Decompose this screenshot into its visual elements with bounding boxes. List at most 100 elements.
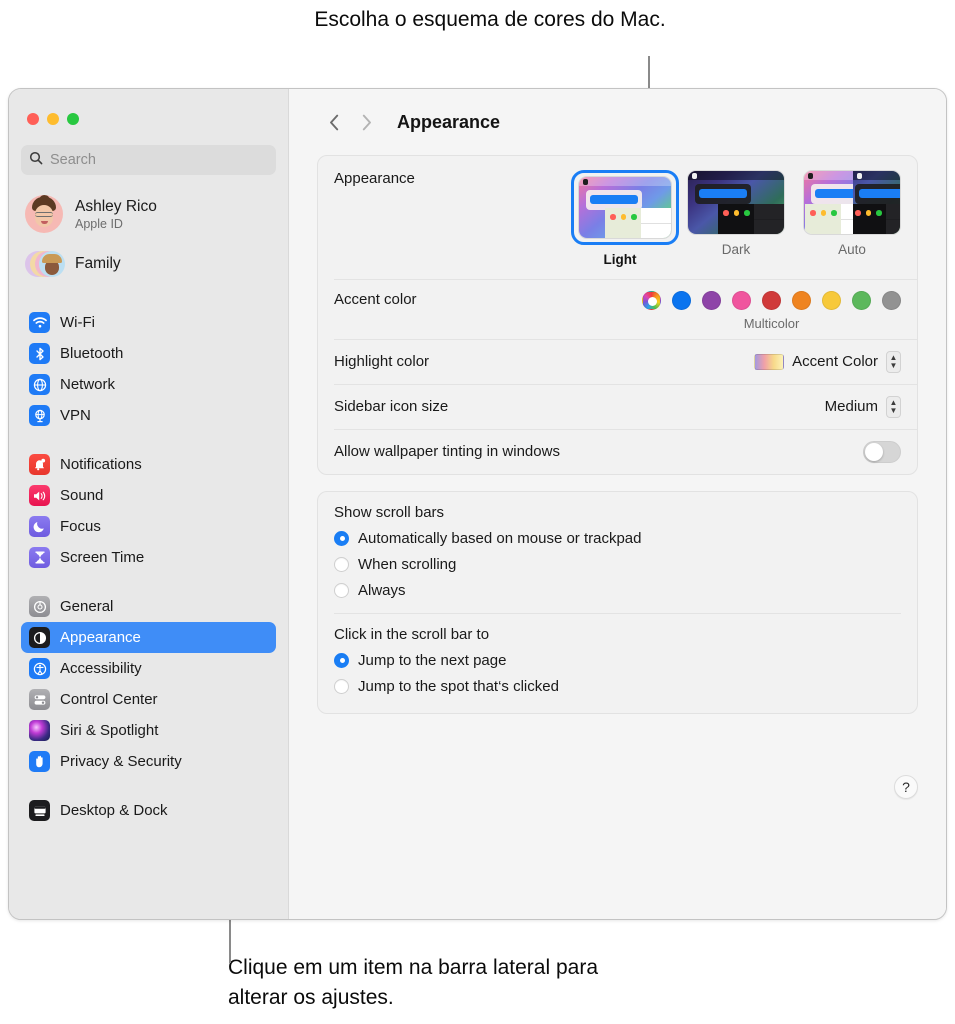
sidebar-item-siri-spotlight[interactable]: Siri & Spotlight	[21, 715, 276, 746]
chevron-right-icon[interactable]	[353, 109, 379, 135]
sidebar-item-sound[interactable]: Sound	[21, 480, 276, 511]
sidebar-icon-size-popup-chevrons[interactable]: ▲ ▼	[886, 396, 901, 418]
sidebar: Search Ashley Rico Apple ID Family	[9, 89, 288, 919]
network-icon	[29, 374, 50, 395]
radio-scroll-automatic[interactable]: Automatically based on mouse or trackpad	[334, 525, 901, 551]
wallpaper-tinting-label: Allow wallpaper tinting in windows	[334, 443, 863, 460]
sidebar-item-focus[interactable]: Focus	[21, 511, 276, 542]
auto-theme-thumbnail	[803, 170, 901, 235]
chevron-left-icon[interactable]	[321, 109, 347, 135]
radio-scroll-when-scrolling[interactable]: When scrolling	[334, 551, 901, 577]
account-name: Ashley Rico	[75, 197, 157, 216]
scroll-bar-click-group: Click in the scroll bar to Jump to the n…	[318, 626, 917, 699]
radio-jump-to-spot[interactable]: Jump to the spot that‘s clicked	[334, 673, 901, 699]
sidebar-icon-size-label: Sidebar icon size	[334, 398, 825, 415]
sidebar-item-control-center[interactable]: Control Center	[21, 684, 276, 715]
detail-pane: Appearance Appearance	[288, 89, 946, 919]
accent-swatch-green[interactable]	[852, 291, 871, 310]
sidebar-item-label: Network	[60, 376, 115, 393]
highlight-color-popup-chevrons[interactable]: ▲ ▼	[886, 351, 901, 373]
radio-button[interactable]	[334, 531, 349, 546]
sidebar-item-bluetooth[interactable]: Bluetooth	[21, 338, 276, 369]
appearance-option-label: Auto	[803, 242, 901, 257]
sidebar-item-label: Appearance	[60, 629, 141, 646]
sidebar-item-accessibility[interactable]: Accessibility	[21, 653, 276, 684]
minimize-button[interactable]	[47, 113, 59, 125]
general-icon	[29, 596, 50, 617]
sidebar-group-network: Wi-Fi Bluetooth Network VPN	[21, 307, 276, 431]
sidebar-item-label: Screen Time	[60, 549, 144, 566]
accessibility-icon	[29, 658, 50, 679]
zoom-button[interactable]	[67, 113, 79, 125]
sidebar-icon-size-row[interactable]: Sidebar icon size Medium ▲ ▼	[318, 384, 917, 429]
sidebar-item-notifications[interactable]: Notifications	[21, 449, 276, 480]
accent-color-row: Accent color Multicolor	[318, 279, 917, 339]
appearance-settings-card: Appearance Light	[317, 155, 918, 475]
sidebar-group-alerts: Notifications Sound Focus Screen Time	[21, 449, 276, 573]
radio-button[interactable]	[334, 557, 349, 572]
sidebar-item-label: Siri & Spotlight	[60, 722, 158, 739]
accent-swatch-orange[interactable]	[792, 291, 811, 310]
accent-swatch-graphite[interactable]	[882, 291, 901, 310]
appearance-row: Appearance Light	[318, 156, 917, 279]
sidebar-item-general[interactable]: General	[21, 591, 276, 622]
appearance-option-auto[interactable]: Auto	[803, 170, 901, 267]
sidebar-item-wi-fi[interactable]: Wi-Fi	[21, 307, 276, 338]
family-avatars-icon	[25, 245, 63, 283]
sidebar-item-network[interactable]: Network	[21, 369, 276, 400]
help-button[interactable]: ?	[894, 775, 918, 799]
appearance-option-label: Light	[571, 252, 669, 267]
radio-button[interactable]	[334, 679, 349, 694]
search-input[interactable]: Search	[21, 145, 276, 175]
highlight-color-swatch	[754, 354, 784, 370]
radio-button[interactable]	[334, 583, 349, 598]
radio-label: Jump to the next page	[358, 652, 506, 669]
avatar	[25, 195, 63, 233]
accent-swatch-red[interactable]	[762, 291, 781, 310]
appearance-option-light[interactable]: Light	[571, 170, 669, 267]
search-placeholder: Search	[50, 152, 96, 168]
sidebar-item-appearance[interactable]: Appearance	[21, 622, 276, 653]
wifi-icon	[29, 312, 50, 333]
accent-swatch-pink[interactable]	[732, 291, 751, 310]
wallpaper-tinting-toggle[interactable]	[863, 441, 901, 463]
accent-swatch-blue[interactable]	[672, 291, 691, 310]
chevron-down-icon: ▼	[890, 362, 898, 370]
sidebar-item-label: Privacy & Security	[60, 753, 182, 770]
accent-swatch-purple[interactable]	[702, 291, 721, 310]
light-theme-thumbnail	[578, 176, 672, 239]
window-controls	[21, 89, 276, 145]
close-button[interactable]	[27, 113, 39, 125]
sidebar-item-desktop-dock[interactable]: Desktop & Dock	[21, 795, 276, 826]
sidebar-group-desktop: Desktop & Dock	[21, 795, 276, 826]
appearance-label: Appearance	[334, 170, 571, 187]
accent-color-label: Accent color	[334, 291, 642, 308]
radio-scroll-always[interactable]: Always	[334, 577, 901, 603]
divider	[334, 613, 901, 614]
highlight-color-label: Highlight color	[334, 353, 754, 370]
sidebar-item-apple-id[interactable]: Ashley Rico Apple ID	[21, 189, 276, 239]
sidebar-item-screen-time[interactable]: Screen Time	[21, 542, 276, 573]
desktop-dock-icon	[29, 800, 50, 821]
highlight-color-row[interactable]: Highlight color Accent Color ▲ ▼	[318, 339, 917, 384]
accent-selected-label: Multicolor	[642, 316, 901, 331]
scroll-settings-card: Show scroll bars Automatically based on …	[317, 491, 918, 714]
account-subtitle: Apple ID	[75, 216, 157, 232]
page-title: Appearance	[397, 112, 500, 133]
sidebar-item-label: Focus	[60, 518, 101, 535]
sidebar-item-label: Desktop & Dock	[60, 802, 168, 819]
screen-time-icon	[29, 547, 50, 568]
appearance-options: Light Dark	[571, 170, 901, 267]
appearance-option-dark[interactable]: Dark	[687, 170, 785, 267]
sidebar-item-label: General	[60, 598, 113, 615]
sidebar-item-family[interactable]: Family	[21, 239, 276, 289]
radio-button[interactable]	[334, 653, 349, 668]
accent-swatch-yellow[interactable]	[822, 291, 841, 310]
privacy-hand-icon	[29, 751, 50, 772]
sidebar-item-vpn[interactable]: VPN	[21, 400, 276, 431]
radio-label: Automatically based on mouse or trackpad	[358, 530, 641, 547]
accent-swatch-multicolor[interactable]	[642, 291, 661, 310]
sidebar-item-privacy-security[interactable]: Privacy & Security	[21, 746, 276, 777]
sidebar-item-label: VPN	[60, 407, 91, 424]
radio-jump-next-page[interactable]: Jump to the next page	[334, 647, 901, 673]
